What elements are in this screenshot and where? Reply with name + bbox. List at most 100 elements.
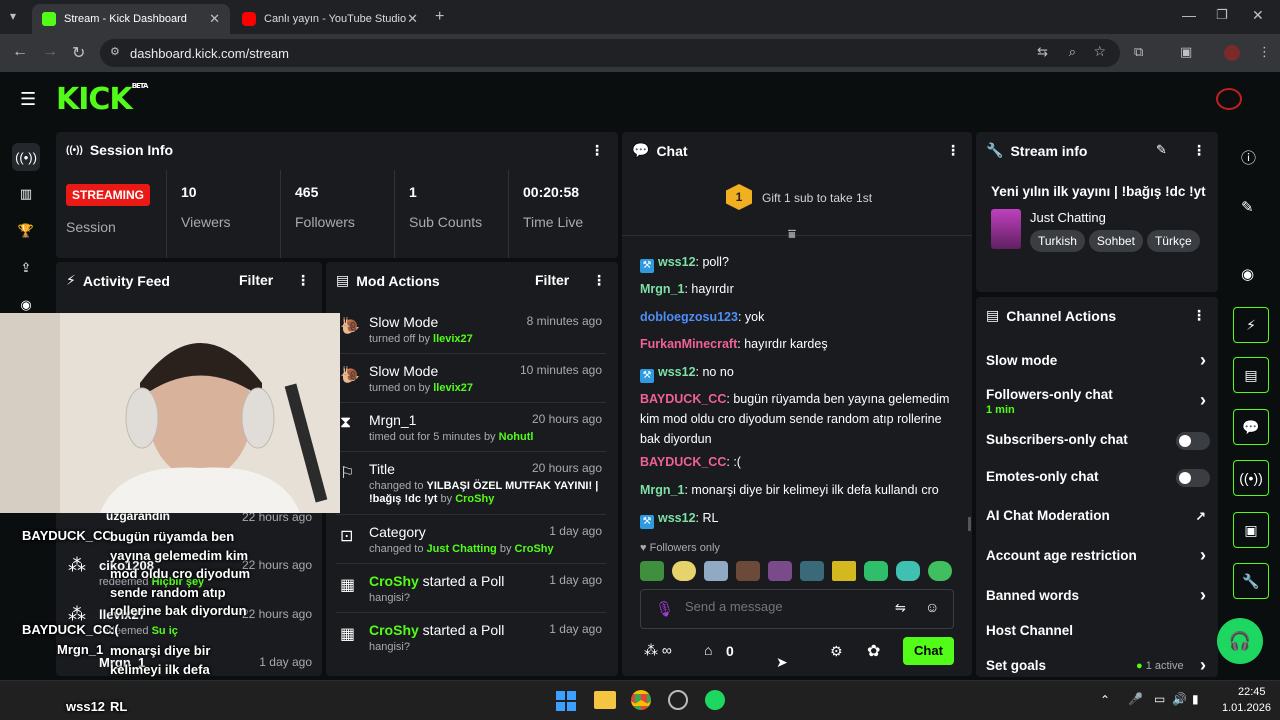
chat-username[interactable]: wss12 [658, 255, 696, 269]
emotes-only-toggle[interactable] [1176, 469, 1210, 487]
mod-filter-button[interactable]: Filter [535, 272, 569, 288]
chat-username[interactable]: dobloegzosu123 [640, 310, 738, 324]
tab-kick-dashboard[interactable]: Stream - Kick Dashboard ✕ [32, 4, 230, 34]
edit-icon[interactable]: ✎ [1241, 198, 1254, 216]
info-icon[interactable]: ⓘ [1241, 147, 1256, 168]
analytics-nav-icon[interactable]: ▥ [12, 180, 40, 208]
emote-pepe-icon[interactable] [640, 561, 664, 581]
channel-points-icon[interactable]: ⁂ ∞ [644, 642, 672, 659]
emoji-picker-icon[interactable]: ☺ [925, 599, 939, 615]
minimize-icon[interactable]: — [1182, 7, 1196, 23]
hamburger-menu-icon[interactable]: ☰ [20, 89, 36, 110]
quick-action-document-button[interactable]: ▤ [1233, 357, 1269, 393]
more-options-icon[interactable]: ⋮ [592, 272, 606, 289]
more-options-icon[interactable]: ⋮ [946, 142, 960, 159]
chrome-icon[interactable] [631, 690, 651, 710]
emote-coins-icon[interactable] [832, 561, 856, 581]
tray-chevron-icon[interactable]: ⌃ [1100, 693, 1110, 707]
volume-icon[interactable]: 🔊 [1172, 692, 1187, 706]
browser-menu-icon[interactable]: ⋮ [1258, 44, 1271, 60]
camera-icon[interactable]: ◉ [1241, 265, 1254, 283]
banned-words-row[interactable]: Banned words › [986, 585, 1210, 608]
windows-start-icon[interactable] [556, 691, 576, 711]
spotify-icon[interactable] [705, 690, 725, 710]
quick-action-media-button[interactable]: ▣ [1233, 512, 1269, 548]
chat-username[interactable]: Mrgn_1 [640, 483, 684, 497]
close-tab-icon[interactable]: ✕ [209, 11, 220, 27]
battery-icon[interactable]: ▮ [1192, 692, 1199, 706]
emote-fish-icon[interactable] [896, 561, 920, 581]
emote-ghost-icon[interactable] [864, 561, 888, 581]
emote-purple-icon[interactable] [768, 561, 792, 581]
reload-icon[interactable]: ↻ [72, 43, 85, 63]
more-options-icon[interactable]: ⋮ [590, 142, 604, 159]
chat-input[interactable]: 🎙 ⇋ ☺ [640, 589, 954, 629]
ai-moderation-row[interactable]: AI Chat Moderation ↗ [986, 508, 1210, 528]
subscribers-only-toggle[interactable] [1176, 432, 1210, 450]
edit-pencil-icon[interactable]: ✎ [1156, 142, 1167, 158]
chat-username[interactable]: wss12 [658, 365, 696, 379]
tab-youtube-studio[interactable]: Canlı yayın - YouTube Studio ✕ [232, 4, 428, 34]
quick-action-broadcast-button[interactable]: ((•)) [1233, 460, 1269, 496]
network-icon[interactable]: ▭ [1154, 692, 1165, 706]
activity-filter-button[interactable]: Filter [239, 272, 273, 288]
site-info-icon[interactable]: ⚙ [110, 45, 120, 58]
slow-mode-row[interactable]: Slow mode › [986, 350, 1210, 373]
chat-username[interactable]: FurkanMinecraft [640, 337, 737, 351]
translate-icon[interactable]: ⇆ [1037, 44, 1048, 60]
bookmark-star-icon[interactable]: ☆ [1093, 43, 1106, 60]
upload-nav-icon[interactable]: ⇪ [12, 254, 40, 282]
translate-icon[interactable]: ⇋ [895, 600, 906, 616]
maximize-icon[interactable]: ❐ [1216, 7, 1228, 23]
quick-action-chat-button[interactable]: 💬 [1233, 409, 1269, 445]
emote-blob-icon[interactable] [928, 561, 952, 581]
user-avatar[interactable] [1216, 88, 1242, 110]
obs-icon[interactable] [668, 690, 688, 710]
emote-sword-icon[interactable] [800, 561, 824, 581]
close-window-icon[interactable]: ✕ [1252, 7, 1264, 24]
more-options-icon[interactable]: ⋮ [296, 272, 310, 289]
more-options-icon[interactable]: ⋮ [1192, 142, 1206, 159]
taskbar-time[interactable]: 22:45 [1238, 686, 1266, 698]
tab-search-icon[interactable]: ▾ [10, 9, 16, 23]
chat-scrollbar[interactable] [968, 517, 971, 531]
trophy-nav-icon[interactable]: 🏆 [12, 217, 40, 245]
set-goals-row[interactable]: Set goals ● 1 active › [986, 655, 1210, 677]
profile-avatar[interactable] [1224, 45, 1240, 61]
file-explorer-icon[interactable] [594, 691, 616, 709]
zoom-icon[interactable]: ⌕ [1069, 44, 1076, 60]
gift-count-badge[interactable]: 1 [726, 184, 752, 210]
chat-username[interactable]: BAYDUCK_CC [640, 392, 726, 406]
close-tab-icon[interactable]: ✕ [407, 11, 418, 27]
chat-username[interactable]: BAYDUCK_CC [640, 455, 726, 469]
chat-username[interactable]: Mrgn_1 [640, 282, 684, 296]
microphone-tray-icon[interactable]: 🎤 [1128, 692, 1143, 706]
support-chat-button[interactable]: 🎧 [1217, 618, 1263, 664]
new-tab-icon[interactable]: + [435, 8, 444, 26]
chat-message-field[interactable] [685, 599, 875, 614]
chat-users-icon[interactable]: ✿ [867, 641, 880, 661]
followers-only-row[interactable]: Followers-only chat 1 min › [986, 387, 1210, 419]
emote-person-icon[interactable] [736, 561, 760, 581]
more-options-icon[interactable]: ⋮ [1192, 307, 1206, 324]
host-channel-row[interactable]: Host Channel [986, 623, 1210, 643]
kick-logo[interactable]: KICKBETA [56, 82, 148, 117]
emote-face-icon[interactable] [672, 561, 696, 581]
quick-action-lightning-button[interactable]: ⚡ [1233, 307, 1269, 343]
account-age-row[interactable]: Account age restriction › [986, 545, 1210, 568]
extensions-icon[interactable]: ⧉ [1134, 44, 1143, 60]
microphone-icon[interactable]: 🎙 [655, 600, 674, 618]
taskbar-date[interactable]: 1.01.2026 [1222, 702, 1271, 714]
stream-nav-icon[interactable]: ((•)) [12, 143, 40, 171]
emote-cat-icon[interactable] [704, 561, 728, 581]
pinned-toggle-icon[interactable]: ⩸ [788, 226, 796, 242]
chat-username[interactable]: wss12 [658, 511, 696, 525]
tab-groups-icon[interactable]: ▣ [1180, 44, 1192, 60]
chat-settings-icon[interactable]: ⚙ [830, 643, 843, 660]
back-icon[interactable]: ← [12, 43, 28, 61]
forward-icon[interactable]: → [42, 43, 58, 61]
store-icon[interactable]: ⌂ [704, 642, 712, 658]
chat-send-button[interactable]: Chat [903, 637, 954, 665]
address-bar[interactable]: ⚙ dashboard.kick.com/stream ⇆ ⌕ ☆ [100, 39, 1120, 67]
quick-action-wrench-button[interactable]: 🔧 [1233, 563, 1269, 599]
